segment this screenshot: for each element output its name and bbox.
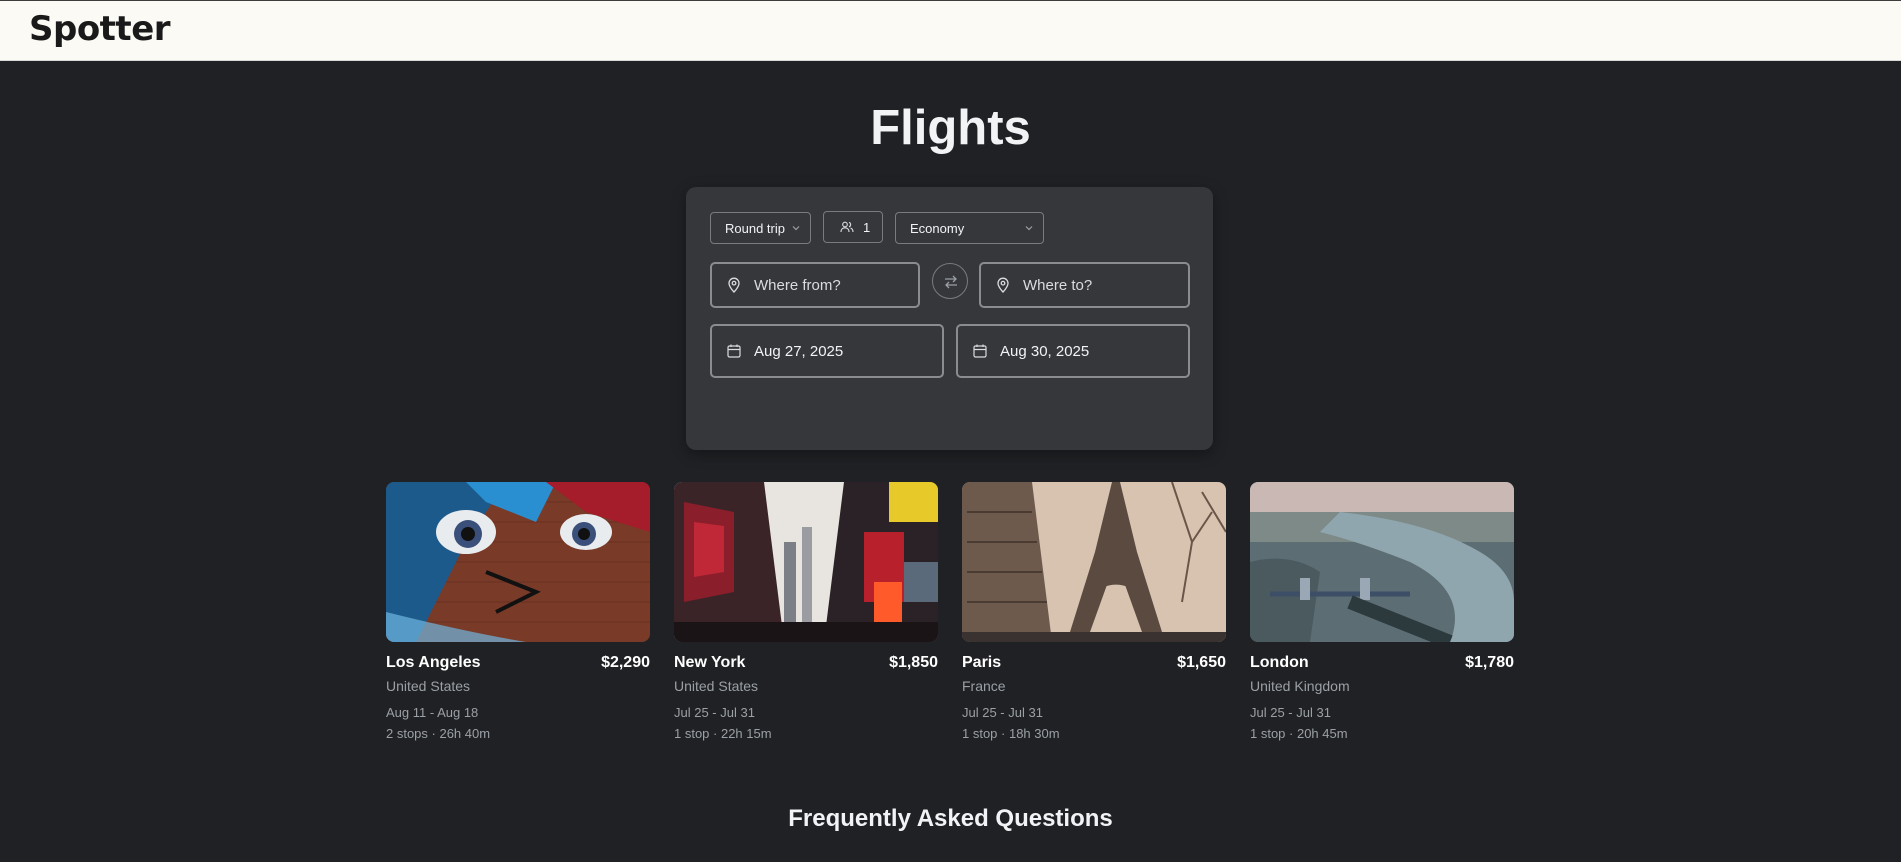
destination-card-london[interactable]: London $1,780 United Kingdom Jul 25 - Ju… [1250, 482, 1514, 741]
destination-placeholder: Where to? [1023, 276, 1093, 294]
destination-city: New York [674, 654, 746, 671]
destination-card-paris[interactable]: Paris $1,650 France Jul 25 - Jul 31 1 st… [962, 482, 1226, 741]
london-image [1250, 482, 1514, 642]
destination-stops-duration: 1 stop · 20h 45m [1250, 726, 1348, 741]
swap-locations-button[interactable] [932, 263, 968, 299]
map-pin-icon [728, 277, 740, 293]
chevron-down-icon [1025, 226, 1033, 231]
destination-stops-duration: 1 stop · 18h 30m [962, 726, 1060, 741]
destination-input[interactable]: Where to? [979, 262, 1190, 308]
destination-country: United Kingdom [1250, 678, 1350, 694]
destination-city: Paris [962, 654, 1002, 671]
destination-stops-duration: 2 stops · 26h 40m [386, 726, 491, 741]
map-pin-icon [997, 277, 1009, 293]
chevron-down-icon [792, 226, 800, 231]
destination-country: United States [674, 678, 759, 694]
origin-placeholder: Where from? [754, 276, 841, 294]
swap-arrows-icon [945, 275, 957, 289]
people-icon [840, 221, 854, 233]
destination-stops-duration: 1 stop · 22h 15m [674, 726, 772, 741]
destination-price: $1,650 [1177, 654, 1226, 671]
destination-dates: Jul 25 - Jul 31 [1250, 705, 1331, 720]
cabin-class-value: Economy [910, 220, 965, 236]
passengers-button[interactable]: 1 [823, 211, 883, 243]
cabin-class-select[interactable]: Economy [895, 212, 1044, 244]
paris-image [962, 482, 1226, 642]
destination-dates: Jul 25 - Jul 31 [962, 705, 1043, 720]
destination-city: Los Angeles [386, 654, 481, 671]
destination-dates: Jul 25 - Jul 31 [674, 705, 755, 720]
faq-heading: Frequently Asked Questions [788, 805, 1113, 832]
trip-type-select[interactable]: Round trip [710, 212, 811, 244]
return-date-field[interactable]: Aug 30, 2025 [956, 324, 1190, 378]
destination-country: United States [386, 678, 471, 694]
top-navigation-bar: Spotter [0, 0, 1901, 61]
trip-type-value: Round trip [725, 220, 785, 236]
return-date-value: Aug 30, 2025 [1000, 342, 1090, 360]
los-angeles-image [386, 482, 650, 642]
spotter-logo[interactable]: Spotter [29, 9, 171, 49]
destination-price: $1,850 [889, 654, 938, 671]
destination-city: London [1250, 654, 1309, 671]
new-york-image [674, 482, 938, 642]
destination-price: $1,780 [1465, 654, 1514, 671]
destination-card-los-angeles[interactable]: Los Angeles $2,290 United States Aug 11 … [386, 482, 650, 741]
destination-country: France [962, 678, 1006, 694]
destination-card-new-york[interactable]: New York $1,850 United States Jul 25 - J… [674, 482, 938, 741]
departure-date-value: Aug 27, 2025 [754, 342, 844, 360]
calendar-icon [973, 344, 987, 358]
destination-price: $2,290 [601, 654, 650, 671]
destination-dates: Aug 11 - Aug 18 [386, 705, 479, 720]
passenger-count: 1 [863, 219, 871, 235]
origin-input[interactable]: Where from? [710, 262, 920, 308]
departure-date-field[interactable]: Aug 27, 2025 [710, 324, 944, 378]
calendar-icon [727, 344, 741, 358]
page-title: Flights [870, 101, 1031, 155]
